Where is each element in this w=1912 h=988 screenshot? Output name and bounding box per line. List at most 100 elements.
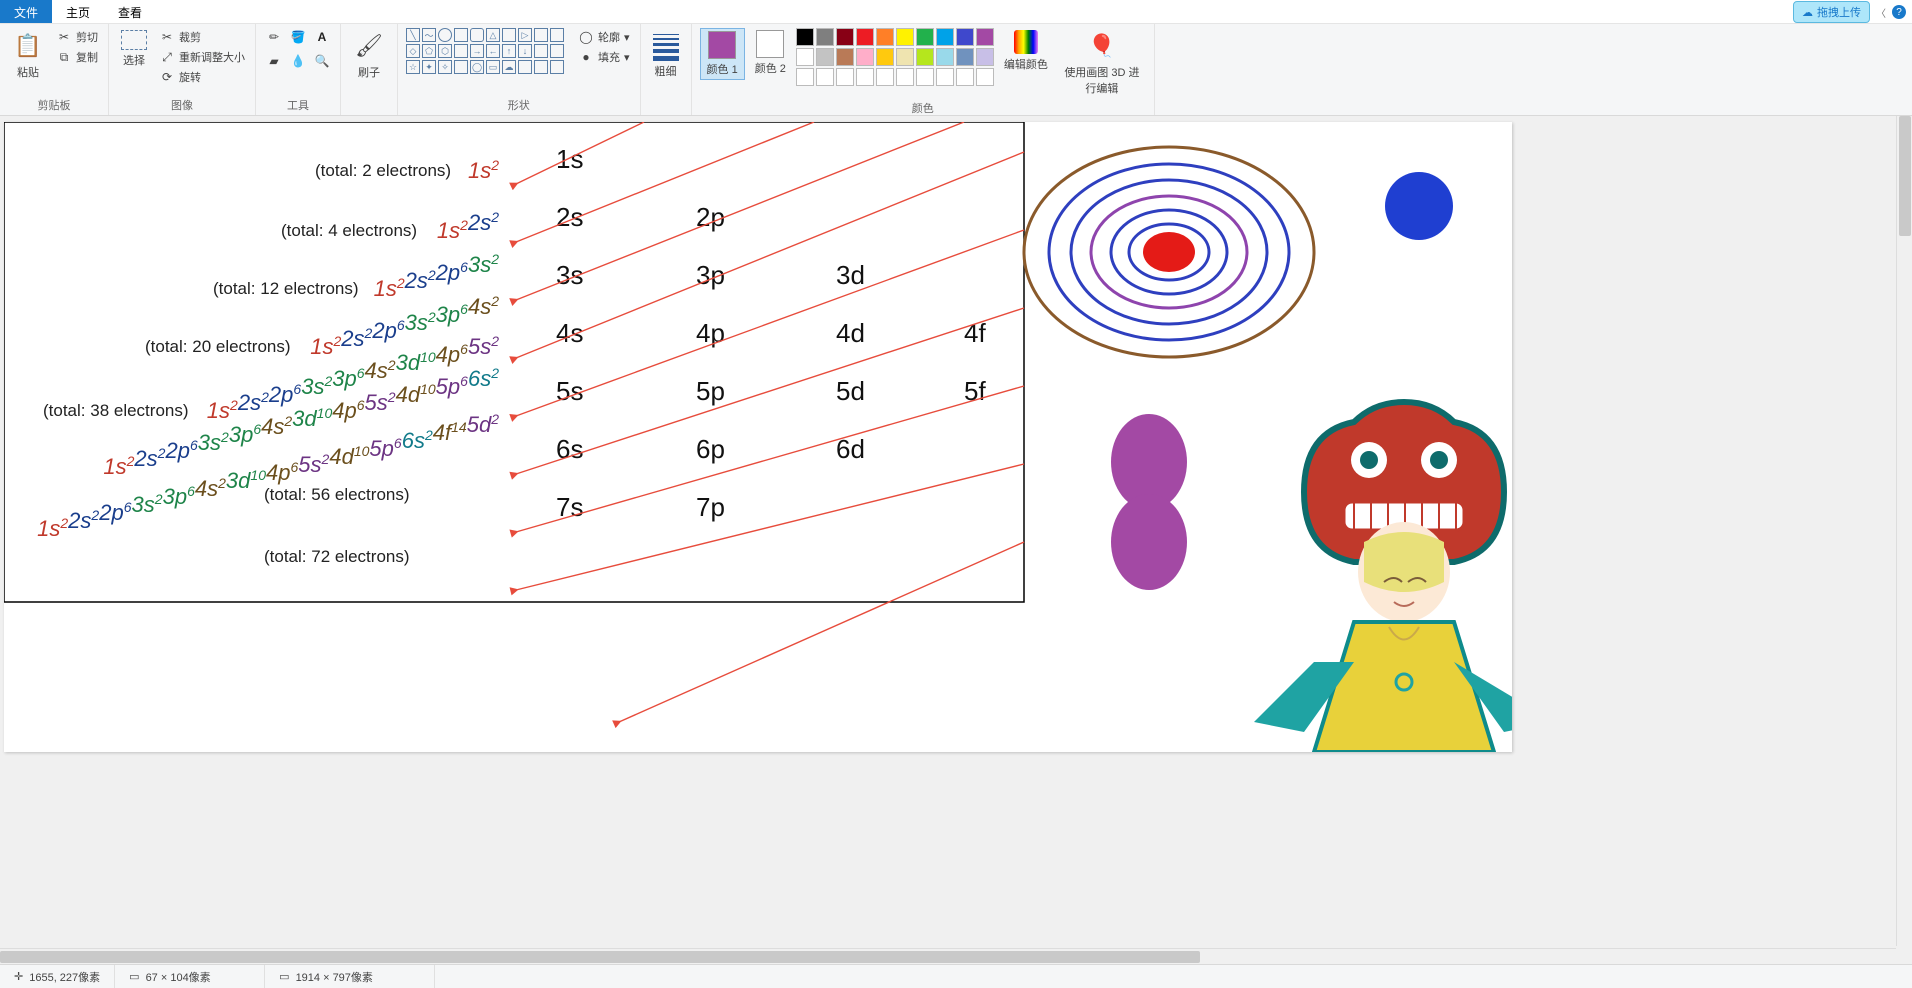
group-label-shapes: 形状 bbox=[406, 97, 632, 113]
palette-swatch[interactable] bbox=[796, 48, 814, 66]
collapse-ribbon-icon[interactable]: 〈 bbox=[1876, 5, 1886, 20]
rotate-button[interactable]: ⟳旋转 bbox=[157, 68, 247, 86]
status-size: ▭1914 × 797像素 bbox=[265, 965, 435, 988]
palette-swatch[interactable] bbox=[856, 28, 874, 46]
group-stroke: 粗细 bbox=[641, 24, 692, 115]
paste-button[interactable]: 📋 粘贴 bbox=[8, 28, 48, 82]
palette-swatch[interactable] bbox=[836, 28, 854, 46]
resize-icon: ⤢ bbox=[159, 49, 175, 65]
fill-tool[interactable]: 🪣 bbox=[288, 28, 308, 46]
palette-swatch[interactable] bbox=[836, 68, 854, 86]
workspace: 1s2s3s4s5s6s7s2p3p4p5p6p7p3d4d5d6d4f5f1s… bbox=[0, 116, 1912, 964]
scrollbar-thumb-v[interactable] bbox=[1899, 116, 1911, 236]
palette-swatch[interactable] bbox=[936, 48, 954, 66]
selection-icon: ▭ bbox=[129, 970, 139, 983]
select-button[interactable]: 选择 bbox=[117, 28, 151, 70]
color1-swatch bbox=[708, 31, 736, 59]
cut-button[interactable]: ✂剪切 bbox=[54, 28, 100, 46]
text-tool[interactable]: A bbox=[312, 28, 332, 46]
palette-swatch[interactable] bbox=[916, 28, 934, 46]
color1-button[interactable]: 颜色 1 bbox=[700, 28, 745, 80]
palette-swatch[interactable] bbox=[896, 68, 914, 86]
crop-icon: ✂ bbox=[159, 29, 175, 45]
palette-swatch[interactable] bbox=[876, 68, 894, 86]
magnifier-tool[interactable]: 🔍 bbox=[312, 52, 332, 70]
palette-swatch[interactable] bbox=[936, 28, 954, 46]
svg-text:(total: 4 electrons): (total: 4 electrons) bbox=[281, 221, 417, 240]
svg-text:6p: 6p bbox=[696, 434, 725, 464]
svg-text:3d: 3d bbox=[836, 260, 865, 290]
stroke-button[interactable]: 粗细 bbox=[649, 28, 683, 81]
shape-gallery[interactable]: ╲〜△ ▷ ◇⬠⬡ →←↑↓ ☆✦✧ ◯▭☁ bbox=[406, 28, 564, 74]
svg-text:1s22s2: 1s22s2 bbox=[437, 209, 499, 243]
svg-text:5d: 5d bbox=[836, 376, 865, 406]
outline-icon: ◯ bbox=[578, 29, 594, 45]
upload-button[interactable]: ☁ 拖拽上传 bbox=[1793, 1, 1870, 23]
svg-text:5s: 5s bbox=[556, 376, 583, 406]
brush-button[interactable]: 🖌 刷子 bbox=[349, 28, 389, 82]
shape-outline-button[interactable]: ◯轮廓▾ bbox=[576, 28, 632, 46]
svg-text:(total: 2 electrons): (total: 2 electrons) bbox=[315, 161, 451, 180]
tab-view[interactable]: 查看 bbox=[104, 0, 156, 23]
tab-home[interactable]: 主页 bbox=[52, 0, 104, 23]
copy-icon: ⧉ bbox=[56, 49, 72, 65]
group-label-image: 图像 bbox=[117, 97, 247, 113]
palette-swatch[interactable] bbox=[796, 68, 814, 86]
palette-swatch[interactable] bbox=[856, 48, 874, 66]
palette-swatch[interactable] bbox=[896, 28, 914, 46]
pencil-icon: ✏ bbox=[266, 29, 282, 45]
edit-colors-button[interactable]: 编辑颜色 bbox=[1000, 28, 1052, 74]
copy-button[interactable]: ⧉复制 bbox=[54, 48, 100, 66]
resize-button[interactable]: ⤢重新调整大小 bbox=[157, 48, 247, 66]
palette-swatch[interactable] bbox=[876, 48, 894, 66]
palette-swatch[interactable] bbox=[916, 48, 934, 66]
palette-swatch[interactable] bbox=[956, 28, 974, 46]
palette-swatch[interactable] bbox=[816, 68, 834, 86]
scrollbar-vertical[interactable] bbox=[1896, 116, 1912, 946]
pencil-tool[interactable]: ✏ bbox=[264, 28, 284, 46]
brush-icon: 🖌 bbox=[353, 30, 385, 62]
canvas[interactable]: 1s2s3s4s5s6s7s2p3p4p5p6p7p3d4d5d6d4f5f1s… bbox=[4, 122, 1512, 752]
scrollbar-thumb-h[interactable] bbox=[0, 951, 1200, 963]
color2-button[interactable]: 颜色 2 bbox=[751, 28, 790, 78]
palette-swatch[interactable] bbox=[976, 48, 994, 66]
crop-button[interactable]: ✂裁剪 bbox=[157, 28, 247, 46]
palette-swatch[interactable] bbox=[856, 68, 874, 86]
stroke-icon bbox=[653, 30, 679, 61]
svg-text:(total: 56 electrons): (total: 56 electrons) bbox=[264, 485, 410, 504]
palette-swatch[interactable] bbox=[956, 48, 974, 66]
svg-text:4d: 4d bbox=[836, 318, 865, 348]
clipboard-icon: 📋 bbox=[12, 30, 44, 62]
help-icon[interactable]: ? bbox=[1892, 5, 1906, 19]
svg-text:5p: 5p bbox=[696, 376, 725, 406]
group-shapes: ╲〜△ ▷ ◇⬠⬡ →←↑↓ ☆✦✧ ◯▭☁ ◯轮廓▾ ●填充▾ 形状 bbox=[398, 24, 641, 115]
bucket-icon: 🪣 bbox=[290, 29, 306, 45]
eyedropper-icon: 💧 bbox=[290, 53, 306, 69]
palette-swatch[interactable] bbox=[896, 48, 914, 66]
paint3d-button[interactable]: 🎈 使用画图 3D 进行编辑 bbox=[1058, 28, 1146, 98]
select-icon bbox=[121, 30, 147, 50]
palette-swatch[interactable] bbox=[976, 68, 994, 86]
svg-text:4p: 4p bbox=[696, 318, 725, 348]
svg-text:1s: 1s bbox=[556, 144, 583, 174]
palette-swatch[interactable] bbox=[816, 48, 834, 66]
palette-swatch[interactable] bbox=[796, 28, 814, 46]
color2-swatch bbox=[756, 30, 784, 58]
palette-swatch[interactable] bbox=[976, 28, 994, 46]
color-palette bbox=[796, 28, 994, 86]
tab-file[interactable]: 文件 bbox=[0, 0, 52, 23]
palette-swatch[interactable] bbox=[876, 28, 894, 46]
shape-fill-button[interactable]: ●填充▾ bbox=[576, 48, 632, 66]
rotate-icon: ⟳ bbox=[159, 69, 175, 85]
picker-tool[interactable]: 💧 bbox=[288, 52, 308, 70]
svg-text:5f: 5f bbox=[964, 376, 986, 406]
palette-swatch[interactable] bbox=[816, 28, 834, 46]
status-pos: ✛1655, 227像素 bbox=[0, 965, 115, 988]
eraser-tool[interactable]: ▰ bbox=[264, 52, 284, 70]
palette-swatch[interactable] bbox=[936, 68, 954, 86]
palette-swatch[interactable] bbox=[836, 48, 854, 66]
statusbar: ✛1655, 227像素 ▭67 × 104像素 ▭1914 × 797像素 bbox=[0, 964, 1912, 988]
palette-swatch[interactable] bbox=[916, 68, 934, 86]
palette-swatch[interactable] bbox=[956, 68, 974, 86]
scrollbar-horizontal[interactable] bbox=[0, 948, 1896, 964]
